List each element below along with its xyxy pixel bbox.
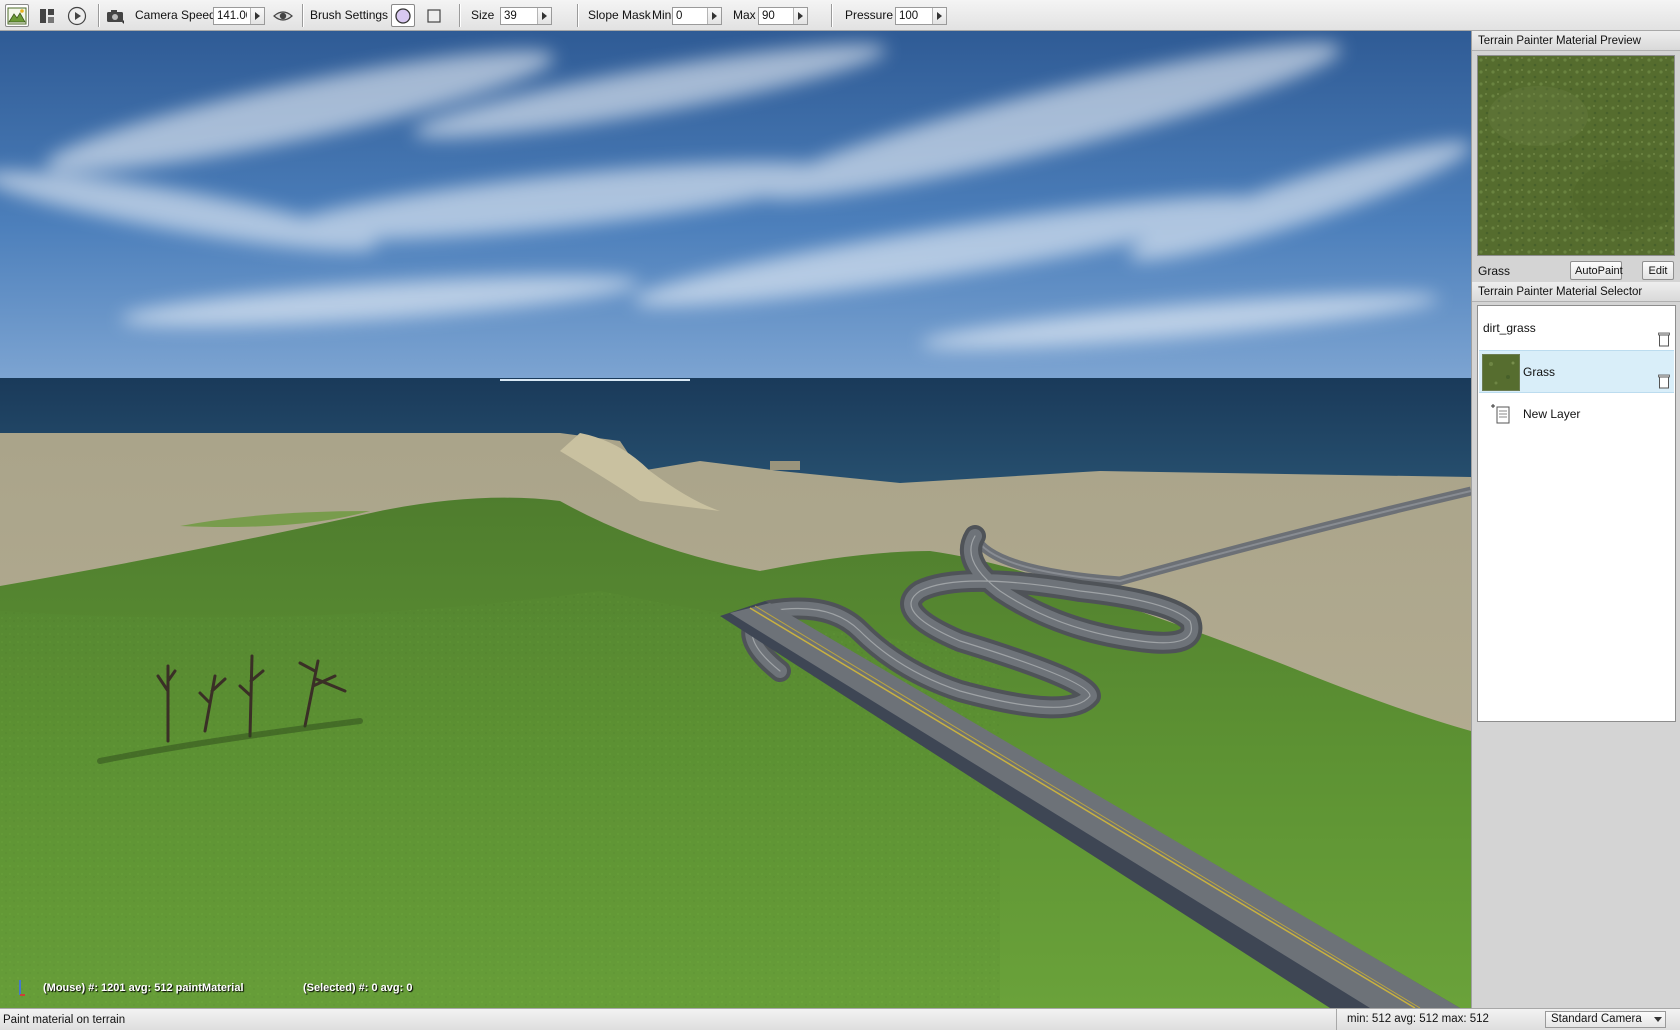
camera-mode-dropdown[interactable]: Standard Camera	[1545, 1011, 1666, 1028]
camera-mode-value: Standard Camera	[1551, 1013, 1642, 1025]
play-icon[interactable]	[65, 4, 89, 27]
status-bar: Paint material on terrain min: 512 avg: …	[0, 1008, 1680, 1030]
trash-icon[interactable]	[1658, 374, 1670, 389]
pressure-label: Pressure	[845, 8, 894, 22]
new-layer-row[interactable]: New Layer	[1479, 393, 1674, 436]
autopaint-button[interactable]: AutoPaint	[1570, 261, 1623, 280]
brush-settings-label: Brush Settings	[310, 8, 389, 22]
toolbar-separator	[459, 4, 460, 27]
visibility-icon[interactable]	[271, 4, 295, 27]
pressure-input[interactable]	[896, 8, 932, 24]
material-preview-image	[1477, 55, 1675, 256]
box-brush-icon[interactable]	[422, 4, 446, 27]
axis-gizmo-icon	[16, 978, 26, 996]
material-row-grass[interactable]: Grass	[1479, 350, 1674, 393]
grass-thumbnail	[1482, 354, 1520, 391]
right-dock: Terrain Painter Material Preview Grass A…	[1471, 31, 1680, 1008]
material-row-dirt-grass[interactable]: dirt_grass	[1479, 307, 1674, 350]
edit-material-button[interactable]: Edit	[1642, 261, 1674, 280]
pressure-field[interactable]	[895, 7, 947, 25]
trash-icon[interactable]	[1658, 332, 1670, 347]
inspector-icon[interactable]	[35, 4, 59, 27]
slope-max-input[interactable]	[759, 8, 793, 24]
new-layer-label: New Layer	[1523, 407, 1581, 421]
slope-min-input[interactable]	[673, 8, 707, 24]
top-toolbar: Camera Speed Brush Settings Size Slope M…	[0, 0, 1680, 31]
scene-viewport[interactable]: (Mouse) #: 1201 avg: 512 paintMaterial (…	[0, 31, 1471, 1008]
camera-speed-field[interactable]	[213, 7, 265, 25]
slope-max-spin-button[interactable]	[793, 8, 807, 24]
material-selector-list: dirt_grass Grass New Layer	[1477, 305, 1676, 722]
chevron-down-icon	[1654, 1017, 1662, 1022]
toolbar-separator	[302, 4, 303, 27]
slope-max-field[interactable]	[758, 7, 808, 25]
world-editor-icon[interactable]	[5, 4, 29, 27]
size-label: Size	[471, 8, 495, 22]
slope-mask-label: Slope Mask	[588, 8, 651, 22]
camera-speed-label: Camera Speed	[135, 8, 216, 22]
slope-max-label: Max	[733, 8, 756, 22]
scene-render	[0, 31, 1471, 1008]
new-layer-icon	[1489, 403, 1511, 425]
hud-mouse-readout: (Mouse) #: 1201 avg: 512 paintMaterial	[43, 982, 244, 994]
material-selector-title: Terrain Painter Material Selector	[1472, 282, 1680, 302]
material-name: dirt_grass	[1483, 321, 1536, 335]
camera-speed-input[interactable]	[214, 8, 250, 24]
toolbar-separator	[577, 4, 578, 27]
slope-min-label: Min	[652, 8, 672, 22]
material-name: Grass	[1523, 365, 1556, 379]
size-field[interactable]	[500, 7, 552, 25]
toolbar-separator	[98, 4, 99, 27]
preview-material-name: Grass	[1478, 264, 1511, 278]
size-spin-button[interactable]	[537, 8, 551, 24]
circle-brush-icon[interactable]	[391, 4, 415, 27]
camera-speed-spin-button[interactable]	[250, 8, 264, 24]
material-preview-title: Terrain Painter Material Preview	[1472, 31, 1680, 51]
status-message: Paint material on terrain	[3, 1014, 126, 1026]
height-stats: min: 512 avg: 512 max: 512	[1336, 1009, 1489, 1030]
pressure-spin-button[interactable]	[932, 8, 946, 24]
size-input[interactable]	[501, 8, 537, 24]
toolbar-separator	[831, 4, 832, 27]
slope-min-spin-button[interactable]	[707, 8, 721, 24]
camera-icon[interactable]	[103, 4, 127, 27]
slope-min-field[interactable]	[672, 7, 722, 25]
hud-selected-readout: (Selected) #: 0 avg: 0	[303, 982, 413, 994]
